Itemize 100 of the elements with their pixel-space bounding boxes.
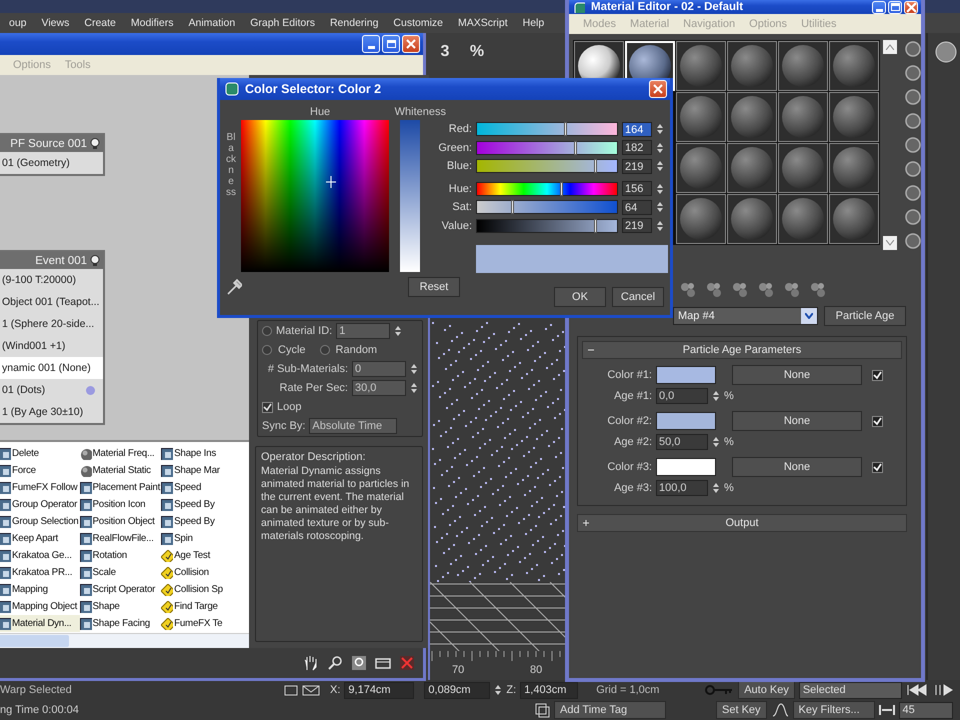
depot-item[interactable]: Krakatoa Ge...	[0, 547, 80, 564]
reset-button[interactable]: Reset	[408, 277, 460, 297]
channel-value-field[interactable]: 182	[622, 140, 652, 156]
map-name-dropdown[interactable]: Map #4	[673, 307, 818, 325]
snap-toggle[interactable]: %	[464, 38, 490, 64]
event-node[interactable]: PF Source 001 01 (Geometry)	[0, 133, 105, 176]
map-button[interactable]: None	[732, 411, 862, 431]
frame-field[interactable]: 45	[898, 702, 953, 718]
node-row[interactable]: 01 (Dots)	[0, 379, 103, 401]
minimize-button[interactable]	[872, 0, 886, 14]
menu-item[interactable]: oup	[2, 17, 35, 29]
scroll-down-button[interactable]	[883, 236, 897, 250]
cancel-button[interactable]: Cancel	[612, 287, 664, 307]
map-checkbox[interactable]	[872, 370, 883, 380]
channel-slider[interactable]	[476, 159, 618, 174]
slider-thumb[interactable]	[594, 159, 597, 174]
add-time-tag-button[interactable]: Add Time Tag	[554, 701, 666, 719]
depot-item[interactable]: Krakatoa PR...	[0, 564, 80, 581]
channel-slider[interactable]	[476, 140, 618, 155]
spinner-icon[interactable]	[712, 389, 720, 403]
depot-item[interactable]: Speed By	[161, 513, 224, 530]
key-mode-dropdown[interactable]: Selected	[798, 682, 902, 698]
depot-item[interactable]: Speed By	[161, 496, 224, 513]
spinner-icon[interactable]	[656, 140, 664, 155]
channel-value-field[interactable]: 64	[622, 200, 652, 215]
age-field[interactable]: 100,0	[656, 480, 708, 496]
node-row[interactable]: (Wind001 +1)	[0, 335, 103, 357]
rollout-header[interactable]: Particle Age Parameters	[582, 341, 902, 359]
minimize-button[interactable]	[362, 35, 380, 53]
channel-value-field[interactable]: 156	[622, 181, 652, 196]
envelope-icon[interactable]	[302, 684, 320, 696]
ok-button[interactable]: OK	[554, 287, 606, 307]
depot-item[interactable]: Group Operator	[0, 496, 80, 513]
color-swatch[interactable]	[656, 458, 716, 476]
channel-value-field[interactable]: 164	[622, 122, 652, 137]
set-key-button[interactable]: Set Key	[716, 701, 767, 719]
scroll-up-button[interactable]	[883, 40, 897, 54]
circle-icon[interactable]	[904, 64, 922, 82]
curve-icon[interactable]	[770, 702, 789, 718]
hue-saturation-square[interactable]	[241, 120, 389, 272]
depot-item[interactable]: Keep Apart	[0, 530, 80, 547]
spinner-icon[interactable]	[656, 159, 664, 174]
rate-field[interactable]: 30,0	[352, 380, 406, 396]
event-node[interactable]: Event 001 (9-100 T:20000) Object 001 (Teapot... 1 (Sphere 20-side... (Wind001 +1) ynamic 001 (None) 01 (Dots) 1 (By Age 30±10)	[0, 250, 105, 425]
spinner-icon[interactable]	[394, 324, 402, 338]
spinner-icon[interactable]	[712, 435, 720, 449]
spinner-icon[interactable]	[712, 481, 720, 495]
spinner-icon[interactable]	[494, 683, 502, 697]
bulb-icon[interactable]	[90, 254, 100, 266]
slider-thumb[interactable]	[560, 182, 563, 196]
spinner-icon[interactable]	[656, 122, 664, 136]
map-button[interactable]: None	[732, 365, 862, 385]
depot-item[interactable]: RealFlowFile...	[80, 530, 162, 547]
depot-item[interactable]: Collision Sp	[161, 581, 224, 598]
depot-item[interactable]: Speed	[161, 479, 224, 496]
lock-icon[interactable]	[284, 684, 298, 696]
loop-checkbox[interactable]	[262, 402, 273, 412]
time-tag-icon[interactable]	[534, 702, 550, 718]
viewport[interactable]: 70 80	[428, 318, 567, 680]
depot-item[interactable]: Position Object	[80, 513, 162, 530]
depot-item[interactable]: Delete	[0, 445, 80, 462]
node-row[interactable]: 01 (Geometry)	[0, 152, 103, 174]
depot-item[interactable]: Group Selection	[0, 513, 80, 530]
no-zoom-icon[interactable]	[399, 655, 415, 671]
close-button[interactable]	[904, 0, 918, 14]
node-row[interactable]: ynamic 001 (None)	[0, 357, 103, 379]
node-row[interactable]: Object 001 (Teapot...	[0, 291, 103, 313]
horizontal-scrollbar[interactable]	[0, 633, 249, 648]
hand-icon[interactable]	[303, 655, 319, 671]
menu-item[interactable]: Customize	[386, 17, 452, 29]
depot-item[interactable]: Spin	[161, 530, 224, 547]
sub-materials-field[interactable]: 0	[352, 361, 406, 377]
spinner-icon[interactable]	[656, 182, 664, 196]
zoom-region-icon[interactable]	[351, 655, 367, 671]
radio-button[interactable]	[262, 345, 272, 355]
depot-item[interactable]: Scale	[80, 564, 162, 581]
depot-item[interactable]: Mapping	[0, 581, 80, 598]
auto-key-button[interactable]: Auto Key	[738, 681, 795, 699]
channel-value-field[interactable]: 219	[622, 218, 652, 234]
maximize-button[interactable]	[382, 35, 400, 53]
spinner-icon[interactable]	[410, 362, 418, 376]
key-filters-button[interactable]: Key Filters...	[792, 701, 875, 719]
channel-slider[interactable]	[476, 122, 618, 136]
eyedropper-icon[interactable]	[226, 278, 242, 296]
material-id-field[interactable]: 1	[336, 323, 390, 339]
depot-item[interactable]: Material Static	[80, 462, 162, 479]
depot-item[interactable]: Shape Mar	[161, 462, 224, 479]
map-checkbox[interactable]	[872, 462, 883, 472]
depot-item[interactable]: Mapping Object	[0, 598, 80, 615]
menu-item[interactable]: Rendering	[322, 17, 386, 29]
map-button[interactable]: None	[732, 457, 862, 477]
bulb-icon[interactable]	[90, 138, 100, 150]
menu-item[interactable]: Modifiers	[124, 17, 182, 29]
menu-item[interactable]: Views	[34, 17, 78, 29]
circle-icon[interactable]	[904, 40, 922, 58]
z-coordinate-field[interactable]: 1,403cm	[520, 682, 578, 698]
color-swatch[interactable]	[656, 366, 716, 384]
node-row[interactable]: (9-100 T:20000)	[0, 269, 103, 291]
menu-item[interactable]: Graph Editors	[243, 17, 323, 29]
node-row[interactable]: 1 (Sphere 20-side...	[0, 313, 103, 335]
